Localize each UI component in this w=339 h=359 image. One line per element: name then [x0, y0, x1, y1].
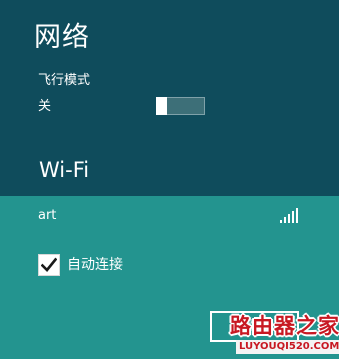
airplane-mode-toggle[interactable]	[156, 97, 205, 115]
signal-strength-icon	[280, 208, 298, 223]
wifi-network-item[interactable]: art	[0, 199, 339, 237]
watermark-logo-text: 路由器之家	[230, 314, 339, 338]
flyout-title: 网络	[34, 22, 90, 53]
auto-connect-checkbox[interactable]	[38, 254, 60, 276]
toggle-thumb[interactable]	[156, 97, 167, 115]
wifi-heading: Wi-Fi	[39, 158, 90, 182]
auto-connect-row[interactable]: 自动连接	[38, 254, 238, 278]
airplane-mode-label: 飞行模式	[38, 73, 91, 88]
watermark-url: LUYOUQI520.COM	[236, 340, 339, 354]
network-name: art	[38, 208, 57, 223]
watermark: 路由器之家 LUYOUQI520.COM	[228, 313, 339, 357]
checkmark-icon	[41, 257, 57, 272]
network-flyout: 网络 飞行模式 关 Wi-Fi art 自动连接 连接 路由器之家 LUYOUQ…	[0, 0, 339, 359]
auto-connect-label: 自动连接	[67, 257, 123, 273]
airplane-mode-state: 关	[38, 99, 52, 114]
